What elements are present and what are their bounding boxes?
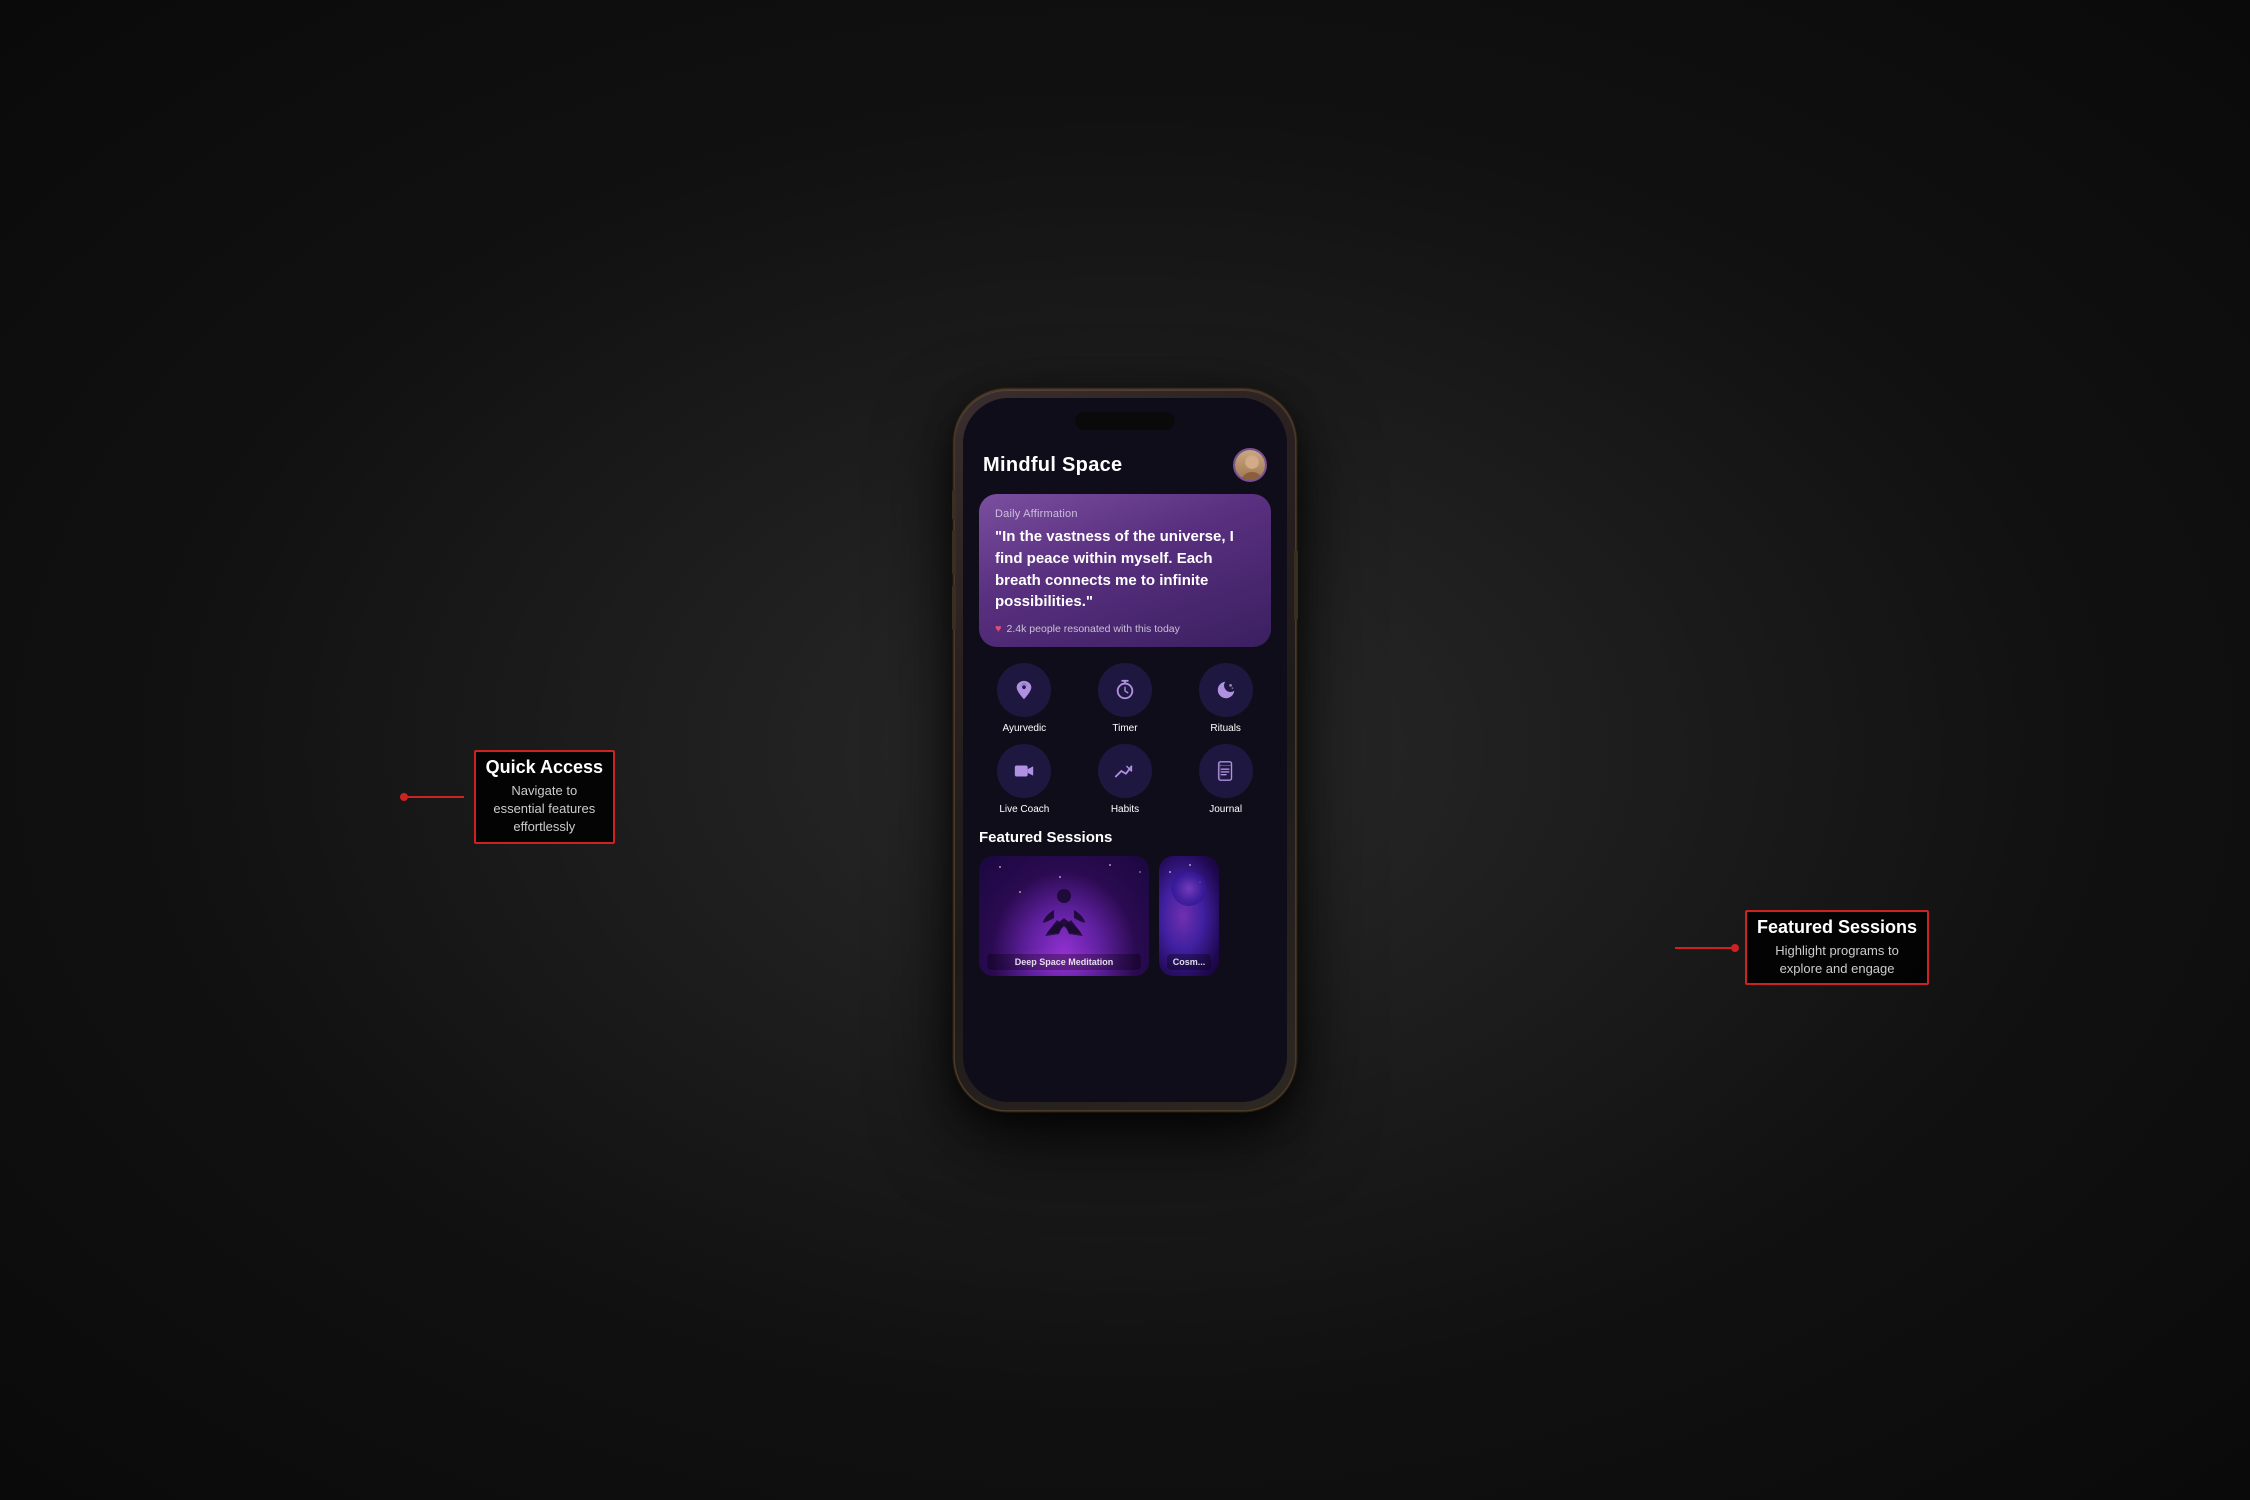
- star: [1019, 891, 1021, 893]
- star: [1169, 871, 1171, 873]
- featured-card-cosmic-label: Cosm...: [1167, 954, 1211, 970]
- featured-card-meditation-label: Deep Space Meditation: [987, 954, 1141, 970]
- phone-shell: Mindful Space Dail: [955, 390, 1295, 1110]
- journal-label: Journal: [1209, 804, 1242, 815]
- featured-sessions-scroll: Deep Space Meditation Cosm...: [963, 856, 1287, 976]
- star: [1109, 864, 1111, 866]
- dynamic-island: [1075, 412, 1175, 430]
- habits-icon-bg: [1098, 744, 1152, 798]
- quick-access-annotation: Quick Access Navigate toessential featur…: [404, 750, 615, 844]
- cosmic-planet: [1172, 871, 1207, 906]
- featured-sessions-annotation: Featured Sessions Highlight programs toe…: [1675, 910, 1929, 985]
- app-title: Mindful Space: [983, 454, 1122, 477]
- ayurvedic-icon: [1013, 679, 1035, 701]
- avatar[interactable]: [1233, 448, 1267, 482]
- featured-sessions-annotation-line: [1675, 947, 1735, 949]
- affirmation-text: "In the vastness of the universe, I find…: [995, 526, 1255, 613]
- featured-sessions-annotation-box: Featured Sessions Highlight programs toe…: [1745, 910, 1929, 985]
- quick-item-journal[interactable]: Journal: [1180, 744, 1271, 815]
- avatar-face: [1235, 450, 1265, 480]
- quick-item-habits[interactable]: Habits: [1080, 744, 1171, 815]
- meditation-figure: [1039, 888, 1089, 948]
- quick-item-timer[interactable]: Timer: [1080, 663, 1171, 734]
- volume-down-button[interactable]: [952, 585, 956, 630]
- rituals-label: Rituals: [1210, 723, 1241, 734]
- featured-sessions-annotation-desc: Highlight programs toexplore and engage: [1757, 942, 1917, 978]
- screen-content: Mindful Space Dail: [963, 398, 1287, 1102]
- featured-sessions-header: Featured Sessions: [963, 829, 1287, 856]
- live-coach-label: Live Coach: [999, 804, 1049, 815]
- rituals-moon-icon: [1215, 679, 1237, 701]
- affirmation-card[interactable]: Daily Affirmation "In the vastness of th…: [979, 494, 1271, 647]
- phone-screen: Mindful Space Dail: [963, 398, 1287, 1102]
- quick-access-annotation-line: [404, 796, 464, 798]
- resonance-text: 2.4k people resonated with this today: [1007, 623, 1180, 635]
- live-coach-icon-bg: [997, 744, 1051, 798]
- quick-access-grid: Ayurvedic Timer: [963, 663, 1287, 829]
- power-button[interactable]: [1294, 550, 1298, 620]
- ayurvedic-icon-bg: [997, 663, 1051, 717]
- journal-icon-bg: [1199, 744, 1253, 798]
- quick-item-rituals[interactable]: Rituals: [1180, 663, 1271, 734]
- quick-access-annotation-box: Quick Access Navigate toessential featur…: [474, 750, 615, 844]
- heart-icon: ♥: [995, 623, 1002, 635]
- quick-access-annotation-title: Quick Access: [486, 757, 603, 778]
- rituals-icon-bg: [1199, 663, 1253, 717]
- featured-card-meditation[interactable]: Deep Space Meditation: [979, 856, 1149, 976]
- cosmic-bg: Cosm...: [1159, 856, 1219, 976]
- timer-icon: [1114, 679, 1136, 701]
- habits-chart-icon: [1114, 760, 1136, 782]
- star: [1139, 871, 1141, 873]
- timer-label: Timer: [1112, 723, 1137, 734]
- star: [1059, 876, 1061, 878]
- affirmation-resonance: ♥ 2.4k people resonated with this today: [995, 623, 1255, 635]
- featured-card-cosmic[interactable]: Cosm...: [1159, 856, 1219, 976]
- featured-sessions-annotation-title: Featured Sessions: [1757, 917, 1917, 938]
- journal-book-icon: [1215, 760, 1237, 782]
- meditation-bg: Deep Space Meditation: [979, 856, 1149, 976]
- star: [1189, 864, 1191, 866]
- quick-item-live-coach[interactable]: Live Coach: [979, 744, 1070, 815]
- habits-label: Habits: [1111, 804, 1139, 815]
- phone-container: Quick Access Navigate toessential featur…: [955, 390, 1295, 1110]
- timer-icon-bg: [1098, 663, 1152, 717]
- star: [999, 866, 1001, 868]
- mute-button[interactable]: [952, 490, 956, 520]
- live-coach-video-icon: [1013, 760, 1035, 782]
- volume-up-button[interactable]: [952, 530, 956, 575]
- quick-access-annotation-desc: Navigate toessential featureseffortlessl…: [486, 782, 603, 837]
- affirmation-label: Daily Affirmation: [995, 508, 1255, 520]
- ayurvedic-label: Ayurvedic: [1002, 723, 1046, 734]
- quick-item-ayurvedic[interactable]: Ayurvedic: [979, 663, 1070, 734]
